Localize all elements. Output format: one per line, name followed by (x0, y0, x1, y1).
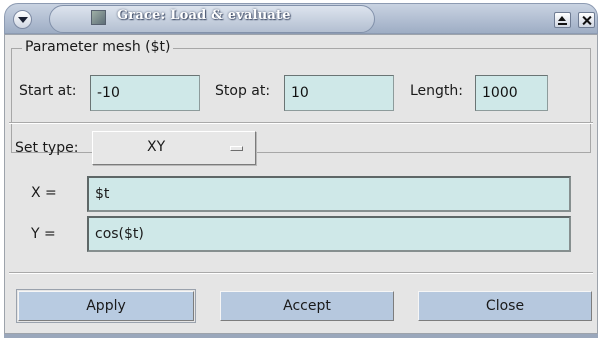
x-formula-label: X = (31, 185, 57, 201)
close-button[interactable]: Close (418, 291, 592, 321)
divider (9, 122, 593, 124)
set-type-value: XY (147, 139, 166, 155)
set-type-option-menu[interactable]: XY (92, 131, 256, 165)
title-bar[interactable]: Grace: Load & evaluate (4, 3, 598, 34)
start-label: Start at: (19, 83, 77, 99)
window-menu-icon[interactable] (13, 10, 32, 29)
dialog-body: Parameter mesh ($t) Start at: -10 Stop a… (4, 34, 598, 334)
start-field[interactable]: -10 (90, 75, 200, 111)
close-icon[interactable] (578, 12, 595, 28)
length-label: Length: (410, 83, 464, 99)
app-icon (91, 10, 106, 25)
dialog-window: Grace: Load & evaluate Parameter mesh ($… (0, 0, 603, 338)
accept-button[interactable]: Accept (220, 291, 394, 321)
shade-icon[interactable] (554, 12, 571, 28)
x-formula-field[interactable]: $t (87, 176, 571, 212)
stop-field[interactable]: 10 (284, 75, 394, 111)
window-bottom-border (4, 334, 598, 338)
length-field[interactable]: 1000 (475, 75, 548, 111)
set-type-label: Set type: (15, 140, 79, 156)
option-menu-indicator-icon (230, 146, 243, 151)
parameter-mesh-legend: Parameter mesh ($t) (22, 39, 174, 55)
y-formula-field[interactable]: cos($t) (87, 216, 571, 252)
window-title: Grace: Load & evaluate (117, 8, 291, 23)
button-divider (9, 272, 593, 274)
stop-label: Stop at: (215, 83, 271, 99)
y-formula-label: Y = (31, 226, 56, 242)
apply-button[interactable]: Apply (16, 289, 196, 323)
